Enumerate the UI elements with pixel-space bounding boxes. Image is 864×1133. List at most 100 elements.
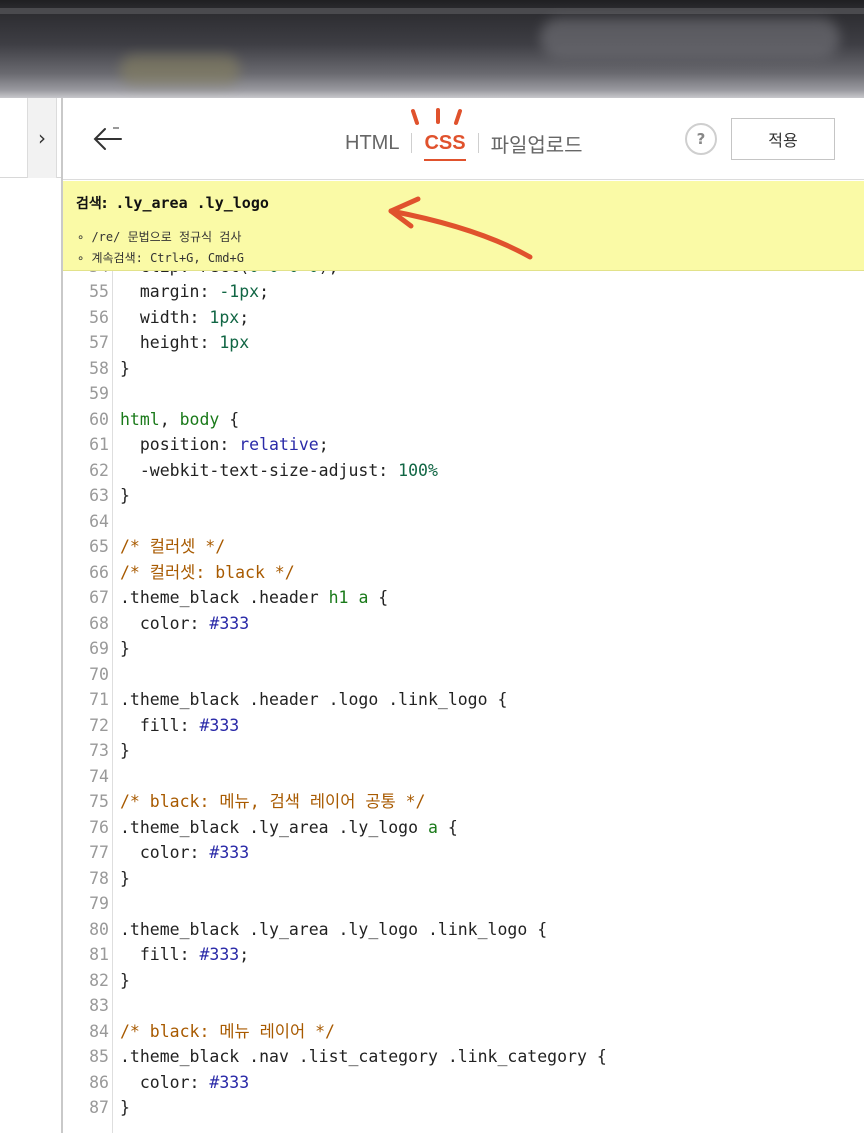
code-line[interactable]: 86 color: #333 (63, 1070, 864, 1096)
editor-tabs: HTML CSS 파일업로드 (333, 128, 595, 161)
code-line[interactable]: 78} (63, 866, 864, 892)
tab-file-upload[interactable]: 파일업로드 (479, 129, 595, 158)
code-line[interactable]: 74 (63, 764, 864, 790)
line-number: 65 (89, 537, 109, 556)
code-text: color: #333 (120, 1072, 250, 1092)
line-number: 64 (89, 511, 109, 531)
code-line[interactable]: 75 /* black: 메뉴, 검색 레이어 공통 */ (63, 789, 864, 815)
browser-chrome-blurred (0, 0, 864, 98)
blurred-region (120, 55, 240, 85)
code-line[interactable]: 70 (63, 662, 864, 688)
left-panel: › (0, 98, 62, 1133)
code-text: } (120, 741, 130, 760)
code-line[interactable]: 76 .theme_black .ly_area .ly_logo a { (63, 815, 864, 841)
code-line[interactable]: 64 (63, 509, 864, 535)
code-editor[interactable]: 54 clip: rect(0 0 0 0);55 margin: -1px;5… (63, 262, 864, 1133)
code-text: } (120, 639, 130, 658)
line-number: 74 (89, 766, 109, 786)
tab-html[interactable]: HTML (333, 132, 411, 155)
line-number: 79 (89, 894, 109, 913)
apply-button[interactable]: 적용 (731, 118, 835, 160)
code-text: fill: #333 (120, 715, 240, 735)
code-text: } (120, 486, 130, 505)
code-text: } (120, 358, 130, 378)
code-line[interactable]: 60 html, body { (63, 407, 864, 433)
editor-header: HTML CSS 파일업로드 ? 적용 (63, 98, 864, 180)
code-line[interactable]: 66 /* 컬러셋: black */ (63, 560, 864, 586)
code-line[interactable]: 67 .theme_black .header h1 a { (63, 585, 864, 611)
code-line[interactable]: 59 (63, 381, 864, 407)
help-button[interactable]: ? (685, 123, 717, 155)
search-label-text: 검색: (76, 196, 108, 212)
code-line[interactable]: 65 /* 컬러셋 */ (63, 534, 864, 560)
code-text: margin: -1px; (120, 282, 270, 301)
line-number: 67 (89, 588, 109, 607)
line-number: 78 (89, 868, 109, 888)
code-text: color: #333 (120, 843, 250, 862)
code-line[interactable]: 55 margin: -1px; (63, 279, 864, 305)
code-line[interactable]: 85 .theme_black .nav .list_category .link… (63, 1044, 864, 1070)
line-number: 72 (89, 715, 109, 735)
code-line[interactable]: 58} (63, 356, 864, 382)
code-text: /* 컬러셋 */ (120, 537, 226, 556)
search-tip-regex: /re/ 문법으로 정규식 검사 (77, 228, 241, 245)
search-panel: 검색: .ly_area .ly_logo /re/ 문법으로 정규식 검사 계속… (63, 181, 864, 271)
tab-css[interactable]: CSS (412, 132, 477, 161)
line-number: 58 (89, 358, 109, 378)
chevron-right-icon: › (38, 126, 46, 150)
code-line[interactable]: 84 /* black: 메뉴 레이어 */ (63, 1019, 864, 1045)
line-number: 70 (89, 664, 109, 684)
line-number: 80 (89, 919, 109, 939)
code-text: fill: #333; (120, 945, 250, 964)
line-number: 75 (89, 792, 109, 811)
code-line[interactable]: 71 .theme_black .header .logo .link_logo … (63, 687, 864, 713)
code-text: .theme_black .ly_area .ly_logo a { (120, 817, 458, 837)
code-line[interactable]: 57 height: 1px (63, 330, 864, 356)
code-text: .theme_black .header h1 a { (120, 588, 389, 607)
line-number: 86 (89, 1072, 109, 1092)
code-line[interactable]: 79 (63, 891, 864, 917)
line-number: 55 (89, 282, 109, 301)
code-line[interactable]: 68 color: #333 (63, 611, 864, 637)
line-number: 69 (89, 639, 109, 658)
code-line[interactable]: 56 width: 1px; (63, 305, 864, 331)
line-number: 66 (89, 562, 109, 582)
code-text: height: 1px (120, 333, 250, 352)
code-text: html, body { (120, 409, 240, 429)
line-number: 85 (89, 1047, 109, 1066)
code-line[interactable]: 72 fill: #333 (63, 713, 864, 739)
blurred-region (540, 18, 840, 58)
line-number: 81 (89, 945, 109, 964)
code-line[interactable]: 77 color: #333 (63, 840, 864, 866)
code-line[interactable]: 73} (63, 738, 864, 764)
code-text: /* black: 메뉴 레이어 */ (120, 1021, 335, 1041)
line-number: 61 (89, 435, 109, 454)
code-line[interactable]: 87} (63, 1095, 864, 1121)
search-tip-continue: 계속검색: Ctrl+G, Cmd+G (77, 249, 244, 266)
code-line[interactable]: 82} (63, 968, 864, 994)
line-number: 59 (89, 384, 109, 403)
line-number: 71 (89, 690, 109, 709)
chrome-strip (0, 8, 864, 14)
annotation-arrow (388, 196, 533, 260)
code-line[interactable]: 83 (63, 993, 864, 1019)
code-text: } (120, 868, 130, 888)
code-text: position: relative; (120, 435, 329, 454)
code-line[interactable]: 61 position: relative; (63, 432, 864, 458)
code-line[interactable]: 69} (63, 636, 864, 662)
emphasis-marks (411, 108, 462, 125)
code-text: /* 컬러셋: black */ (120, 562, 295, 582)
question-icon: ? (696, 130, 706, 148)
code-text: /* black: 메뉴, 검색 레이어 공통 */ (120, 792, 426, 811)
back-button[interactable] (91, 122, 125, 156)
code-line[interactable]: 63} (63, 483, 864, 509)
code-line[interactable]: 62 -webkit-text-size-adjust: 100% (63, 458, 864, 484)
line-number: 68 (89, 613, 109, 633)
code-line[interactable]: 81 fill: #333; (63, 942, 864, 968)
code-text: width: 1px; (120, 307, 250, 327)
expand-panel-button[interactable]: › (27, 98, 57, 178)
line-number: 57 (89, 333, 109, 352)
line-number: 56 (89, 307, 109, 327)
search-input[interactable]: .ly_area .ly_logo (115, 194, 269, 212)
code-line[interactable]: 80 .theme_black .ly_area .ly_logo .link_l… (63, 917, 864, 943)
